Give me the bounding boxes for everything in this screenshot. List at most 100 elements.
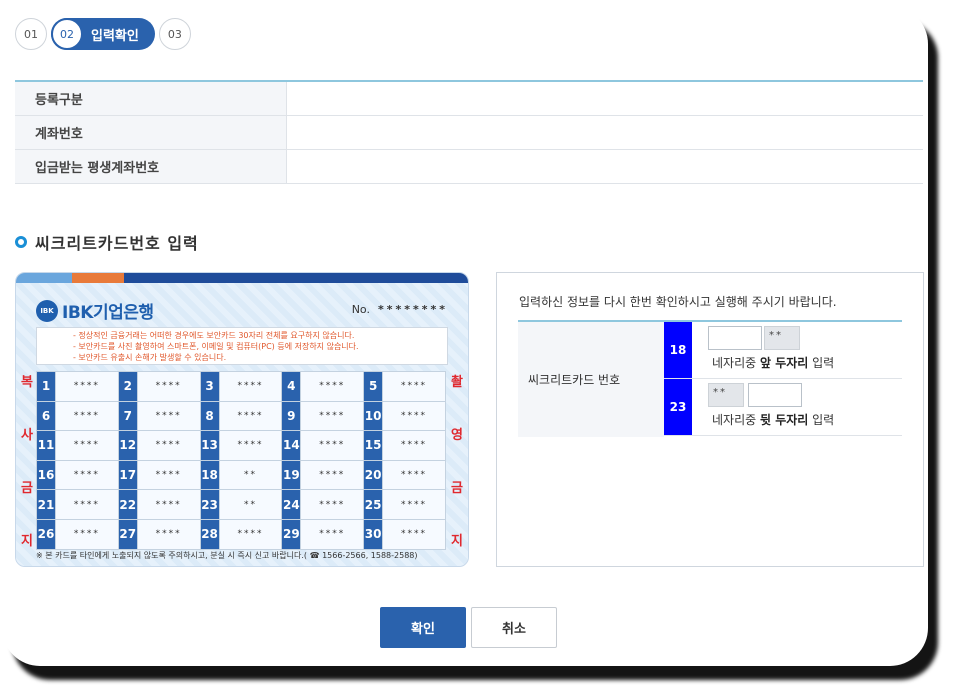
card-cell-number: 23 — [199, 489, 220, 520]
card-cell-number: 10 — [363, 400, 384, 432]
card-grid-row: 26 **** 27 **** 28 **** 29 **** 30 **** — [36, 518, 446, 550]
card-cell-number: 8 — [199, 400, 220, 432]
confirm-message: 입력하신 정보를 다시 한번 확인하시고 실행해 주시기 바랍니다. — [519, 295, 837, 309]
info-row-registration: 등록구분 — [15, 82, 923, 116]
card-cell-value: **** — [54, 371, 119, 402]
card-cell-number: 20 — [363, 459, 384, 491]
card-cell-value: **** — [300, 371, 365, 402]
step-3: 03 — [158, 18, 191, 50]
card-cell-value: **** — [136, 430, 201, 461]
info-row-lifetime-account: 입금받는 평생계좌번호 — [15, 150, 923, 184]
card-cell-value: **** — [136, 371, 201, 402]
card-notice: - 정상적인 금융거래는 어떠한 경우에도 보안카드 30자리 전체를 요구하지… — [36, 327, 448, 365]
card-cell-number: 2 — [117, 371, 138, 402]
card-cell-value: **** — [382, 430, 446, 461]
card-notice-line: - 정상적인 금융거래는 어떠한 경우에도 보안카드 30자리 전체를 요구하지… — [73, 331, 355, 340]
input-hint: 네자리중 뒷 두자리 입력 — [712, 413, 835, 427]
side-char: 복 — [21, 375, 33, 390]
step-2-label: 입력확인 — [91, 28, 139, 44]
card-side-left: 복 사 금 지 — [19, 371, 35, 549]
side-char: 영 — [451, 428, 463, 443]
side-char: 촬 — [451, 375, 463, 390]
card-cell-value: **** — [382, 400, 446, 432]
card-cell-value: **** — [218, 430, 283, 461]
info-row-account: 계좌번호 — [15, 116, 923, 150]
bank-logo: IBK IBK기업은행 — [36, 298, 154, 323]
card-cell-number: 12 — [117, 430, 138, 461]
input-hint: 네자리중 앞 두자리 입력 — [712, 356, 835, 370]
card-cell-value: **** — [300, 459, 365, 491]
card-cell-number: 13 — [199, 430, 220, 461]
card-number: No. ******** — [352, 303, 448, 316]
confirm-button[interactable]: 확인 — [380, 607, 466, 648]
card-cell-value: ** — [218, 459, 283, 491]
secret-card-input-table: 씨크리트카드 번호 18 ** 네자리중 앞 두자리 입력 23 ** 네자리중… — [518, 320, 902, 437]
card-cell-number: 16 — [36, 459, 56, 491]
secret-digit-input-1[interactable] — [708, 326, 762, 350]
bank-logo-icon: IBK — [36, 299, 58, 322]
cancel-button[interactable]: 취소 — [471, 607, 557, 648]
card-footer: ※ 본 카드를 타인에게 노출되지 않도록 주의하시고, 분실 시 즉시 신고 … — [36, 551, 418, 560]
card-number-value: ******** — [377, 303, 448, 316]
info-value-account — [287, 116, 923, 149]
bullet-icon — [15, 236, 27, 248]
step-2-active: 02 입력확인 — [51, 18, 155, 50]
card-cell-value: **** — [382, 459, 446, 491]
secret-input-row-2: 23 ** 네자리중 뒷 두자리 입력 — [664, 379, 902, 436]
card-cell-number: 15 — [363, 430, 384, 461]
card-cell-value: ** — [218, 489, 283, 520]
card-cell-number: 7 — [117, 400, 138, 432]
card-top-stripe — [16, 273, 468, 283]
info-value-lifetime-account — [287, 150, 923, 183]
security-card-grid: 1 **** 2 **** 3 **** 4 **** 5 **** 6 **** 7 **** 8 ****… — [36, 371, 446, 550]
section-title-text: 씨크리트카드번호 입력 — [35, 234, 199, 253]
card-cell-value: **** — [218, 400, 283, 432]
card-cell-number: 21 — [36, 489, 56, 520]
info-label-registration: 등록구분 — [15, 82, 287, 115]
card-cell-number: 14 — [281, 430, 302, 461]
card-cell-number: 9 — [281, 400, 302, 432]
section-title: 씨크리트카드번호 입력 — [15, 230, 199, 254]
card-cell-value: **** — [300, 489, 365, 520]
card-cell-number: 22 — [117, 489, 138, 520]
side-char: 금 — [21, 481, 33, 496]
side-char: 금 — [451, 481, 463, 496]
card-cell-number: 1 — [36, 371, 56, 402]
card-side-right: 촬 영 금 지 — [449, 371, 465, 549]
bank-name: IBK기업은행 — [62, 303, 154, 323]
security-card-image: IBK IBK기업은행 No. ******** - 정상적인 금융거래는 어떠한… — [15, 272, 469, 567]
side-char: 사 — [21, 428, 33, 443]
card-cell-value: **** — [382, 518, 446, 550]
masked-digits: ** — [708, 383, 744, 407]
card-cell-number: 17 — [117, 459, 138, 491]
card-cell-value: **** — [54, 430, 119, 461]
step-indicator: 01 02 입력확인 03 — [15, 18, 191, 50]
card-cell-value: **** — [218, 371, 283, 402]
side-char: 지 — [451, 534, 463, 549]
side-char: 지 — [21, 534, 33, 549]
card-cell-value: **** — [54, 518, 119, 550]
card-grid-row: 16 **** 17 **** 18 ** 19 **** 20 **** — [36, 459, 446, 491]
info-table: 등록구분 계좌번호 입금받는 평생계좌번호 — [15, 80, 923, 184]
card-cell-value: **** — [218, 518, 283, 550]
card-cell-number: 11 — [36, 430, 56, 461]
card-cell-value: **** — [54, 459, 119, 491]
card-cell-number: 5 — [363, 371, 384, 402]
card-cell-number: 26 — [36, 518, 56, 550]
position-badge: 18 — [664, 322, 692, 378]
card-cell-number: 6 — [36, 400, 56, 432]
secret-digit-input-2[interactable] — [748, 383, 802, 407]
card-cell-number: 4 — [281, 371, 302, 402]
card-cell-number: 29 — [281, 518, 302, 550]
card-cell-number: 24 — [281, 489, 302, 520]
card-cell-number: 18 — [199, 459, 220, 491]
card-cell-number: 3 — [199, 371, 220, 402]
card-cell-value: **** — [54, 489, 119, 520]
card-cell-value: **** — [136, 489, 201, 520]
card-cell-value: **** — [300, 400, 365, 432]
card-number-label: No. — [351, 303, 370, 316]
step-2-number: 02 — [51, 18, 83, 50]
step-1: 01 — [15, 18, 47, 50]
card-cell-number: 28 — [199, 518, 220, 550]
card-cell-number: 30 — [363, 518, 384, 550]
